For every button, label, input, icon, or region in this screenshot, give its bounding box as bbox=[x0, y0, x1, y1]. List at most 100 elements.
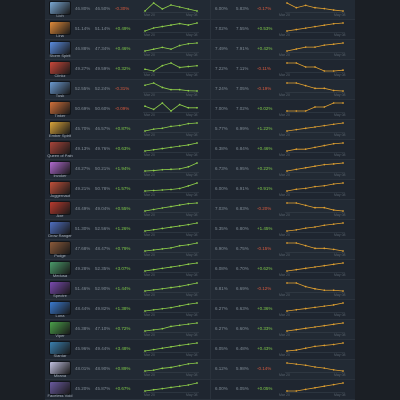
winrate-sparkline-point bbox=[152, 308, 155, 311]
sparkline-date-end: May 08 bbox=[334, 113, 346, 117]
sparkline-date-end: May 08 bbox=[334, 353, 346, 357]
hero-cell[interactable]: Spectre bbox=[47, 281, 71, 299]
pickrate-sparkline-point bbox=[332, 289, 335, 292]
pickrate-sparkline-point bbox=[342, 22, 344, 24]
table-row[interactable]: Storm Spirit 46.88% 47.34% +0.46% Mar 20 May … bbox=[45, 40, 355, 60]
pickrate-before: 6.12% bbox=[215, 366, 228, 371]
hero-cell[interactable]: Lina bbox=[47, 21, 71, 39]
hero-cell[interactable]: Slardar bbox=[47, 341, 71, 359]
hero-cell[interactable]: Faceless Void bbox=[47, 381, 72, 399]
table-row[interactable]: Queen of Pain 49.13% 49.76% +0.63% Mar 20 May… bbox=[45, 140, 355, 160]
table-row[interactable]: Lina 51.14% 51.14% +0.49% Mar 20 May 08 7.02% 7… bbox=[45, 20, 355, 40]
winrate-sparkline-point bbox=[161, 248, 164, 250]
pickrate-sparkline-point bbox=[295, 363, 298, 366]
winrate-sparkline bbox=[143, 222, 199, 233]
table-row[interactable]: Tusk 52.55% 52.24% -0.31% Mar 20 May 08 7.24% 7… bbox=[45, 80, 355, 100]
pickrate-sparkline bbox=[285, 342, 345, 353]
pickrate-sparkline bbox=[285, 42, 345, 53]
hero-cell[interactable]: Viper bbox=[47, 321, 71, 339]
hero-cell[interactable]: Invoker bbox=[47, 161, 71, 179]
sparkline-date-end: May 08 bbox=[334, 93, 346, 97]
sparkline-date-start: Mar 20 bbox=[144, 173, 155, 177]
hero-cell[interactable]: Juggernaut bbox=[47, 181, 71, 199]
sparkline-date-end: May 08 bbox=[186, 33, 198, 37]
pickrate-sparkline-point bbox=[314, 226, 316, 228]
winrate-sparkline-point bbox=[170, 246, 172, 249]
hero-cell[interactable]: Medusa bbox=[47, 261, 71, 279]
pickrate-before: 7.03% bbox=[215, 206, 228, 211]
hero-cell[interactable]: Axe bbox=[47, 201, 71, 219]
table-row[interactable]: Mirana 48.01% 48.90% +0.89% Mar 20 May 08 6.12… bbox=[45, 360, 355, 380]
table-row[interactable]: Slardar 45.96% 49.44% +3.48% Mar 20 May 08 6.0… bbox=[45, 340, 355, 360]
pickrate-delta: +0.02% bbox=[257, 106, 273, 111]
sparkline-date-start: Mar 20 bbox=[144, 313, 155, 317]
table-row[interactable]: Axe 48.49% 49.04% +0.55% Mar 20 May 08 7.03% 6.… bbox=[45, 200, 355, 220]
winrate-sparkline-point bbox=[196, 22, 198, 24]
hero-cell[interactable]: Queen of Pain bbox=[47, 141, 73, 159]
hero-cell[interactable]: Pudge bbox=[47, 241, 71, 259]
hero-cell[interactable]: Luna bbox=[47, 301, 71, 319]
table-row[interactable]: Tinker 50.69% 50.60% -0.09% Mar 20 May 08 7.00… bbox=[45, 100, 355, 120]
hero-cell[interactable]: Mirana bbox=[47, 361, 71, 379]
pickrate-before: 6.38% bbox=[215, 146, 228, 151]
pickrate-sparkline bbox=[285, 162, 345, 173]
sparkline-date-start: Mar 20 bbox=[279, 253, 290, 257]
winrate-sparkline-point bbox=[144, 105, 146, 108]
pickrate-sparkline-point bbox=[286, 270, 288, 272]
pickrate-sparkline-point bbox=[314, 185, 316, 188]
pickrate-sparkline-point bbox=[314, 46, 316, 48]
pickrate-after: 6.70% bbox=[236, 266, 249, 271]
pickrate-before: 7.22% bbox=[215, 66, 228, 71]
winrate-after: 50.60% bbox=[95, 106, 111, 111]
table-row[interactable]: Luna 48.44% 49.82% +1.38% Mar 20 May 08 6.27% 6… bbox=[45, 300, 355, 320]
winrate-sparkline-point bbox=[196, 322, 198, 324]
table-row[interactable]: Clinkz 49.27% 49.59% +0.32% Mar 20 May 08 7.22… bbox=[45, 60, 355, 80]
hero-cell[interactable]: Clinkz bbox=[47, 61, 71, 79]
pickrate-sparkline-point bbox=[342, 250, 344, 252]
pickrate-sparkline bbox=[285, 242, 345, 253]
pickrate-sparkline-point bbox=[323, 7, 326, 10]
winrate-sparkline bbox=[143, 262, 199, 273]
table-row[interactable]: Lich 46.80% 46.50% -0.30% Mar 20 May 08 6.00% 5… bbox=[45, 0, 355, 20]
sparkline-date-end: May 08 bbox=[186, 353, 198, 357]
winrate-sparkline-point bbox=[161, 227, 164, 230]
table-row[interactable]: Pudge 47.68% 48.47% +0.79% Mar 20 May 08 6.90%… bbox=[45, 240, 355, 260]
sparkline-date-end: May 08 bbox=[186, 293, 198, 297]
hero-stats-table: Lich 46.80% 46.50% -0.30% Mar 20 May 08 6.00% 5… bbox=[45, 0, 355, 400]
pickrate-sparkline bbox=[285, 282, 345, 293]
table-row[interactable]: Drow Ranger 51.30% 52.56% +1.26% Mar 20 May 0… bbox=[45, 220, 355, 240]
pickrate-sparkline-point bbox=[332, 368, 335, 371]
winrate-delta: +0.79% bbox=[115, 246, 131, 251]
hero-cell[interactable]: Lich bbox=[47, 1, 71, 19]
winrate-sparkline-point bbox=[196, 106, 198, 109]
winrate-before: 52.55% bbox=[75, 86, 91, 91]
winrate-sparkline-point bbox=[196, 42, 198, 44]
pickrate-sparkline-point bbox=[332, 323, 335, 326]
winrate-sparkline-point bbox=[170, 62, 172, 64]
table-row[interactable]: Medusa 49.28% 52.35% +3.07% Mar 20 May 08 6.08… bbox=[45, 260, 355, 280]
winrate-sparkline-point bbox=[178, 364, 181, 367]
winrate-sparkline-point bbox=[161, 25, 164, 28]
hero-cell[interactable]: Storm Spirit bbox=[47, 41, 71, 59]
pickrate-sparkline-point bbox=[332, 163, 335, 165]
winrate-sparkline-point bbox=[161, 387, 164, 390]
table-row[interactable]: Faceless Void 45.20% 45.87% +0.67% Mar 20 May… bbox=[45, 380, 355, 400]
hero-cell[interactable]: Tusk bbox=[47, 81, 71, 99]
winrate-sparkline-point bbox=[187, 343, 190, 346]
winrate-sparkline-point bbox=[161, 102, 164, 104]
sparkline-date-end: May 08 bbox=[334, 393, 346, 397]
winrate-sparkline-point bbox=[187, 8, 190, 10]
hero-cell[interactable]: Tinker bbox=[47, 101, 71, 119]
table-row[interactable]: Juggernaut 49.21% 50.78% +1.57% Mar 20 May 08… bbox=[45, 180, 355, 200]
pickrate-after: 6.75% bbox=[236, 246, 249, 251]
winrate-sparkline-point bbox=[170, 386, 172, 389]
table-row[interactable]: Viper 46.38% 47.10% +0.72% Mar 20 May 08 6.27%… bbox=[45, 320, 355, 340]
table-row[interactable]: Ember Spirit 45.70% 46.57% +0.87% Mar 20 May … bbox=[45, 120, 355, 140]
winrate-delta: +3.48% bbox=[115, 346, 131, 351]
hero-cell[interactable]: Drow Ranger bbox=[47, 221, 72, 239]
hero-cell[interactable]: Ember Spirit bbox=[47, 121, 71, 139]
table-row[interactable]: Invoker 48.27% 50.21% +1.94% Mar 20 May 08 6.7… bbox=[45, 160, 355, 180]
winrate-after: 46.57% bbox=[95, 126, 111, 131]
pickrate-sparkline bbox=[285, 82, 345, 93]
table-row[interactable]: Spectre 51.46% 52.90% +1.44% Mar 20 May 08 6.8… bbox=[45, 280, 355, 300]
